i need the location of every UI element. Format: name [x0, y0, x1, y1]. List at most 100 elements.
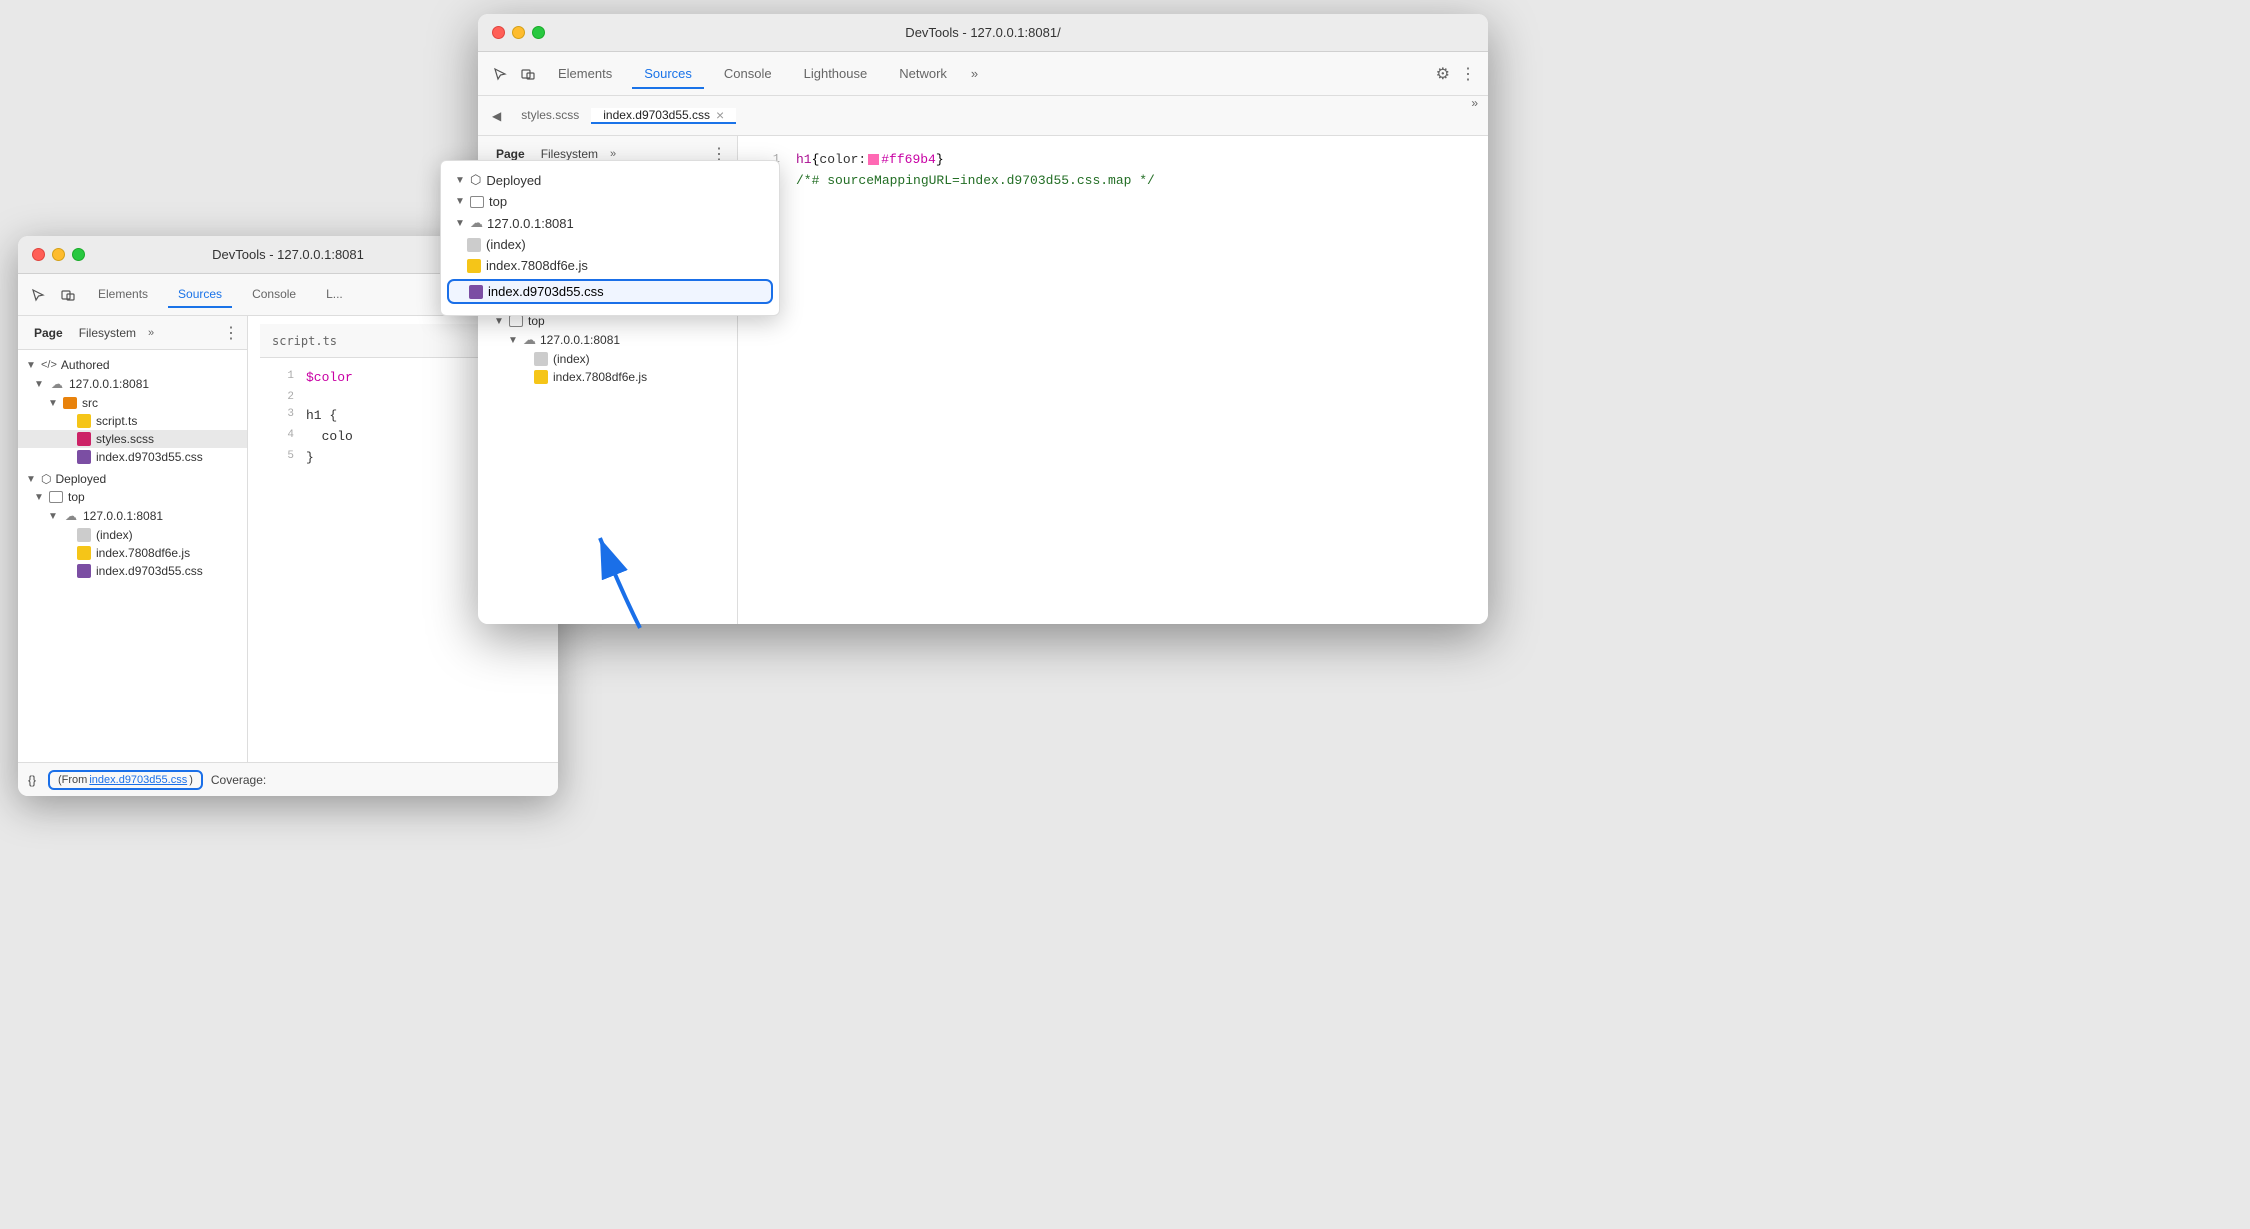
back-traffic-lights	[32, 248, 85, 261]
back-from-file[interactable]: index.d9703d55.css	[89, 774, 187, 786]
back-tree-src-folder[interactable]: ▼ src	[18, 394, 247, 412]
back-tab-elements[interactable]: Elements	[88, 282, 158, 308]
front-file-tab-close[interactable]: ×	[716, 108, 724, 122]
front-color-value: #ff69b4	[881, 152, 936, 167]
front-minimize-button[interactable]	[512, 26, 525, 39]
back-line-num-2: 2	[274, 389, 294, 407]
back-maximize-button[interactable]	[72, 248, 85, 261]
front-back-btn[interactable]: ◀	[488, 96, 505, 135]
back-top-folder-icon	[49, 491, 63, 503]
back-src-label: src	[82, 396, 98, 410]
front-h1-tag: h1	[796, 152, 812, 167]
back-devtools-window: DevTools - 127.0.0.1:8081 Elements Sourc…	[18, 236, 558, 796]
popup-index[interactable]: (index)	[441, 234, 779, 255]
back-deployed-label: Deployed	[55, 472, 106, 486]
front-code-line-2: 2 /*# sourceMappingURL=index.d9703d55.cs…	[752, 171, 1474, 192]
front-color-swatch	[868, 154, 879, 165]
back-deployed-host-arrow: ▼	[48, 511, 60, 522]
back-tree-deployed[interactable]: ▼ ⬡ Deployed	[18, 470, 247, 488]
back-subtab-more[interactable]: »	[148, 327, 154, 339]
back-script-ts-label: script.ts	[96, 414, 137, 428]
back-format-btn[interactable]: {}	[28, 773, 36, 787]
back-tree-index[interactable]: ▶ (index)	[18, 526, 247, 544]
back-cursor-icon[interactable]	[28, 285, 48, 305]
back-from-box: (From index.d9703d55.css )	[48, 770, 203, 790]
front-top-label: top	[528, 314, 545, 328]
popup-js-icon	[467, 259, 481, 273]
front-subtab-more[interactable]: »	[610, 148, 616, 160]
back-host-deployed-label: 127.0.0.1:8081	[83, 509, 163, 523]
back-tree-index-css-deployed[interactable]: ▶ index.d9703d55.css	[18, 562, 247, 580]
front-tabs-more[interactable]: »	[971, 66, 978, 81]
back-subtab-page[interactable]: Page	[26, 322, 71, 344]
popup-index-js[interactable]: index.7808df6e.js	[441, 255, 779, 276]
front-close-button[interactable]	[492, 26, 505, 39]
back-host-authored-label: 127.0.0.1:8081	[69, 377, 149, 391]
popup-top-folder[interactable]: ▼ top	[441, 191, 779, 212]
front-file-tab-index-css[interactable]: index.d9703d55.css ×	[591, 108, 736, 124]
front-top-arrow: ▼	[494, 316, 506, 327]
front-tab-elements[interactable]: Elements	[546, 60, 624, 89]
back-subtab-filesystem[interactable]: Filesystem	[71, 322, 144, 344]
back-styles-scss-label: styles.scss	[96, 432, 154, 446]
popup-file-tree: ▼ ⬡ Deployed ▼ top ▼ ☁ 127.0.0.1:8081 (i…	[440, 160, 780, 316]
front-cursor-icon[interactable]	[490, 64, 510, 84]
front-tab-sources[interactable]: Sources	[632, 60, 704, 89]
front-code-content: 1 h1{color:#ff69b4} 2 /*# sourceMappingU…	[738, 136, 1488, 221]
front-color-prop: color:	[819, 152, 866, 167]
back-cloud-icon-authored: ☁	[49, 376, 65, 392]
front-window-title: DevTools - 127.0.0.1:8081/	[905, 25, 1060, 40]
front-tree-index-js[interactable]: index.7808df6e.js	[478, 368, 737, 386]
popup-deployed-arrow: ▼	[455, 175, 467, 186]
back-subtab-dots[interactable]: ⋮	[223, 323, 239, 343]
back-styles-scss-icon	[77, 432, 91, 446]
back-from-label: (From	[58, 774, 87, 786]
back-deployed-css-icon	[77, 564, 91, 578]
front-file-tabs-more[interactable]: »	[1471, 96, 1478, 135]
back-tree-authored[interactable]: ▼ </> Authored	[18, 356, 247, 374]
back-tab-console[interactable]: Console	[242, 282, 306, 308]
front-tree-host-deployed[interactable]: ▼ ☁ 127.0.0.1:8081	[478, 330, 737, 350]
front-dots-icon[interactable]: ⋮	[1460, 64, 1476, 84]
popup-host[interactable]: ▼ ☁ 127.0.0.1:8081	[441, 212, 779, 234]
back-tree-host-authored[interactable]: ▼ ☁ 127.0.0.1:8081	[18, 374, 247, 394]
back-tree-top-folder[interactable]: ▼ top	[18, 488, 247, 506]
back-tree-styles-scss[interactable]: ▶ styles.scss	[18, 430, 247, 448]
front-file-tab-styles-label: styles.scss	[521, 108, 579, 122]
back-tab-more[interactable]: L...	[316, 282, 353, 308]
front-code-panel: 1 h1{color:#ff69b4} 2 /*# sourceMappingU…	[738, 136, 1488, 624]
back-cloud-icon-deployed: ☁	[63, 508, 79, 524]
front-file-tab-styles[interactable]: styles.scss	[509, 108, 591, 124]
front-file-tab-index-css-label: index.d9703d55.css	[603, 108, 710, 122]
front-code-line-1: 1 h1{color:#ff69b4}	[752, 150, 1474, 171]
back-tree-host-deployed[interactable]: ▼ ☁ 127.0.0.1:8081	[18, 506, 247, 526]
popup-index-css-highlighted[interactable]: index.d9703d55.css	[447, 279, 773, 304]
front-tab-console[interactable]: Console	[712, 60, 784, 89]
back-coverage-label: Coverage:	[211, 773, 266, 787]
back-subtabs: Page Filesystem » ⋮	[18, 316, 247, 350]
back-minimize-button[interactable]	[52, 248, 65, 261]
back-index-label: (index)	[96, 528, 133, 542]
back-tree-script-ts[interactable]: ▶ script.ts	[18, 412, 247, 430]
front-device-icon[interactable]	[518, 64, 538, 84]
back-tree-index-css[interactable]: ▶ index.d9703d55.css	[18, 448, 247, 466]
front-code-line-3: 3	[752, 192, 1474, 211]
back-code-text-3: h1 {	[306, 406, 337, 427]
front-gear-icon[interactable]: ⚙	[1436, 64, 1450, 84]
back-code-text-4: colo	[306, 427, 353, 448]
back-index-js-label: index.7808df6e.js	[96, 546, 190, 560]
front-index-js-label: index.7808df6e.js	[553, 370, 647, 384]
popup-deployed[interactable]: ▼ ⬡ Deployed	[441, 169, 779, 191]
back-close-button[interactable]	[32, 248, 45, 261]
front-tree-index-page[interactable]: (index)	[478, 350, 737, 368]
back-index-css-authored-icon	[77, 450, 91, 464]
back-device-icon[interactable]	[58, 285, 78, 305]
annotation-arrow	[590, 528, 670, 648]
front-tab-lighthouse[interactable]: Lighthouse	[792, 60, 880, 89]
back-tree-index-js[interactable]: ▶ index.7808df6e.js	[18, 544, 247, 562]
front-tab-network[interactable]: Network	[887, 60, 959, 89]
back-line-num-3: 3	[274, 406, 294, 424]
back-tab-sources[interactable]: Sources	[168, 282, 232, 308]
front-deployed-host-arrow: ▼	[508, 335, 520, 346]
front-maximize-button[interactable]	[532, 26, 545, 39]
